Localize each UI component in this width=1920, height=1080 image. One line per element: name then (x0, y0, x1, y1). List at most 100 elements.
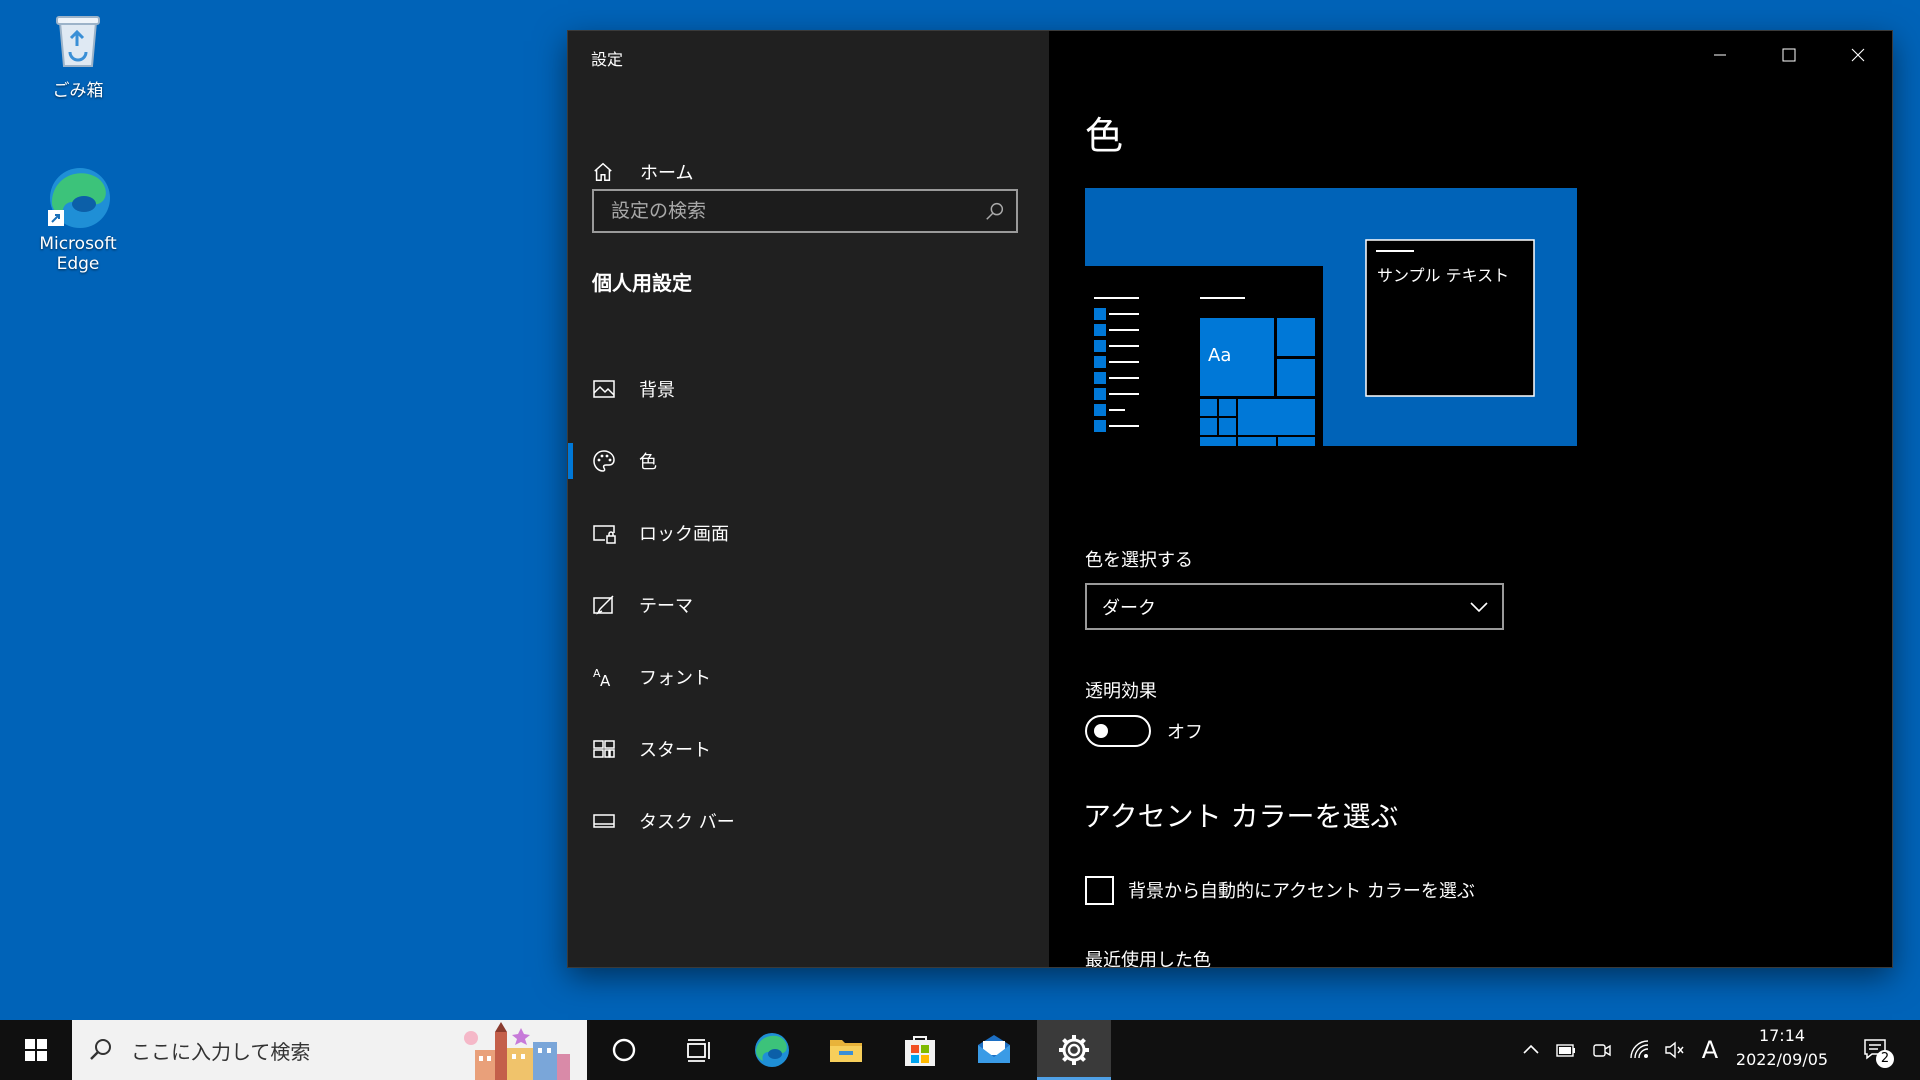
search-icon[interactable] (984, 200, 1006, 222)
start-button[interactable] (0, 1020, 72, 1080)
section-title: 個人用設定 (592, 271, 692, 295)
recycle-bin-icon (46, 8, 110, 72)
meet-now-tray-button[interactable] (1587, 1020, 1617, 1080)
search-highlight-illustration-icon (455, 1020, 570, 1080)
desktop-icon-label: Microsoft Edge (39, 234, 117, 274)
action-center-button[interactable]: 2 (1852, 1020, 1900, 1080)
volume-tray-button[interactable] (1659, 1020, 1689, 1080)
ime-label: A (1701, 1036, 1719, 1064)
settings-search[interactable] (592, 189, 1018, 233)
battery-icon (1556, 1044, 1575, 1057)
transparency-toggle[interactable] (1085, 715, 1151, 747)
clock-date: 2022/09/05 (1735, 1050, 1829, 1069)
transparency-state: オフ (1167, 722, 1203, 743)
taskbar-search-box[interactable]: ここに入力して検索 (72, 1020, 587, 1080)
taskbar-search-placeholder: ここに入力して検索 (131, 1039, 311, 1064)
transparency-label: 透明効果 (1085, 681, 1157, 702)
minimize-icon (1713, 54, 1726, 56)
desktop-icon-label: ごみ箱 (52, 81, 104, 101)
svg-text:A: A (600, 672, 611, 689)
sidebar-item-taskbar[interactable]: タスク バー (568, 785, 1049, 857)
sidebar-item-label: ロック画面 (639, 524, 729, 545)
maximize-icon (1782, 48, 1795, 62)
minimize-button[interactable] (1685, 31, 1754, 79)
sidebar-item-label: スタート (639, 740, 711, 761)
sidebar-item-background[interactable]: 背景 (568, 353, 1049, 425)
theme-brush-icon (593, 595, 614, 615)
store-bag-icon (905, 1036, 935, 1066)
dropdown-value: ダーク (1102, 597, 1156, 619)
maximize-button[interactable] (1754, 31, 1823, 79)
network-tray-button[interactable] (1625, 1020, 1655, 1080)
taskbar: ここに入力して検索 A 17:14 2022/09/05 2 (0, 1020, 1920, 1080)
task-view-button[interactable] (661, 1020, 735, 1080)
sidebar-item-label: ホーム (640, 163, 694, 184)
store-button[interactable] (883, 1020, 957, 1080)
mail-icon (978, 1035, 1010, 1063)
close-icon (1851, 48, 1864, 62)
volume-muted-icon (1665, 1041, 1684, 1059)
show-hidden-icons-button[interactable] (1516, 1020, 1546, 1080)
taskbar-icon (593, 814, 615, 828)
toggle-knob (1094, 724, 1108, 738)
palette-icon (593, 450, 615, 472)
preview-sample-text: サンプル テキスト (1377, 266, 1509, 285)
color-mode-dropdown[interactable]: ダーク (1085, 583, 1504, 630)
sidebar-item-fonts[interactable]: AA フォント (568, 641, 1049, 713)
close-button[interactable] (1823, 31, 1892, 79)
sidebar-item-start[interactable]: スタート (568, 713, 1049, 785)
battery-tray-button[interactable] (1551, 1020, 1581, 1080)
window-title: 設定 (591, 50, 624, 69)
sidebar-item-lock-screen[interactable]: ロック画面 (568, 497, 1049, 569)
color-preview: Aa サンプル テキスト (1085, 188, 1577, 446)
start-tiles-icon (593, 740, 615, 758)
file-explorer-button[interactable] (809, 1020, 883, 1080)
sidebar-item-themes[interactable]: テーマ (568, 569, 1049, 641)
sidebar-item-label: テーマ (639, 596, 693, 617)
clock-time: 17:14 (1758, 1026, 1806, 1045)
preview-tile-text: Aa (1208, 345, 1231, 366)
notification-count: 2 (1876, 1050, 1894, 1068)
folder-icon (830, 1040, 862, 1062)
edge-icon (46, 166, 110, 230)
gear-icon (1059, 1035, 1089, 1065)
ime-indicator[interactable]: A (1695, 1020, 1725, 1080)
taskbar-settings-button[interactable] (1037, 1020, 1111, 1080)
sidebar-item-label: フォント (639, 668, 711, 689)
camera-icon (1593, 1044, 1611, 1057)
task-view-icon (687, 1039, 710, 1062)
chevron-down-icon (1470, 601, 1488, 612)
font-icon: AA (593, 667, 611, 689)
sidebar-nav: 背景 色 ロック画面 テーマ AA フォント スタート タスク バー (568, 353, 1049, 857)
sidebar-item-colors[interactable]: 色 (568, 425, 1049, 497)
window-controls (1685, 31, 1892, 79)
settings-search-input[interactable] (594, 199, 984, 223)
mail-button[interactable] (957, 1020, 1031, 1080)
auto-accent-label: 背景から自動的にアクセント カラーを選ぶ (1128, 881, 1475, 902)
accent-color-title: アクセント カラーを選ぶ (1083, 800, 1399, 833)
auto-accent-checkbox[interactable] (1085, 876, 1114, 905)
taskbar-edge-button[interactable] (735, 1020, 809, 1080)
page-title: 色 (1085, 114, 1124, 158)
wifi-icon (1630, 1040, 1649, 1059)
settings-sidebar: 設定 ホーム 個人用設定 背景 色 ロック画面 (568, 31, 1049, 967)
sidebar-item-label: 背景 (639, 380, 675, 401)
taskbar-clock[interactable]: 17:14 2022/09/05 (1727, 1024, 1837, 1072)
sidebar-item-home[interactable]: ホーム (592, 155, 693, 189)
desktop-icon-recycle-bin[interactable]: ごみ箱 (18, 8, 138, 101)
search-icon (90, 1039, 111, 1060)
cortana-circle-icon (612, 1038, 636, 1062)
lock-screen-icon (593, 525, 616, 544)
desktop-icon-edge[interactable]: Microsoft Edge (18, 166, 138, 274)
chevron-up-icon (1523, 1044, 1539, 1054)
edge-icon (755, 1033, 789, 1067)
cortana-button[interactable] (587, 1020, 661, 1080)
home-icon (594, 162, 612, 181)
windows-logo-icon (25, 1039, 47, 1061)
sidebar-item-label: タスク バー (639, 812, 735, 833)
recent-colors-label: 最近使用した色 (1085, 950, 1211, 967)
color-mode-label: 色を選択する (1085, 550, 1193, 571)
sidebar-item-label: 色 (639, 452, 657, 473)
picture-icon (593, 380, 615, 398)
preview-sample-window: サンプル テキスト (1365, 239, 1535, 397)
